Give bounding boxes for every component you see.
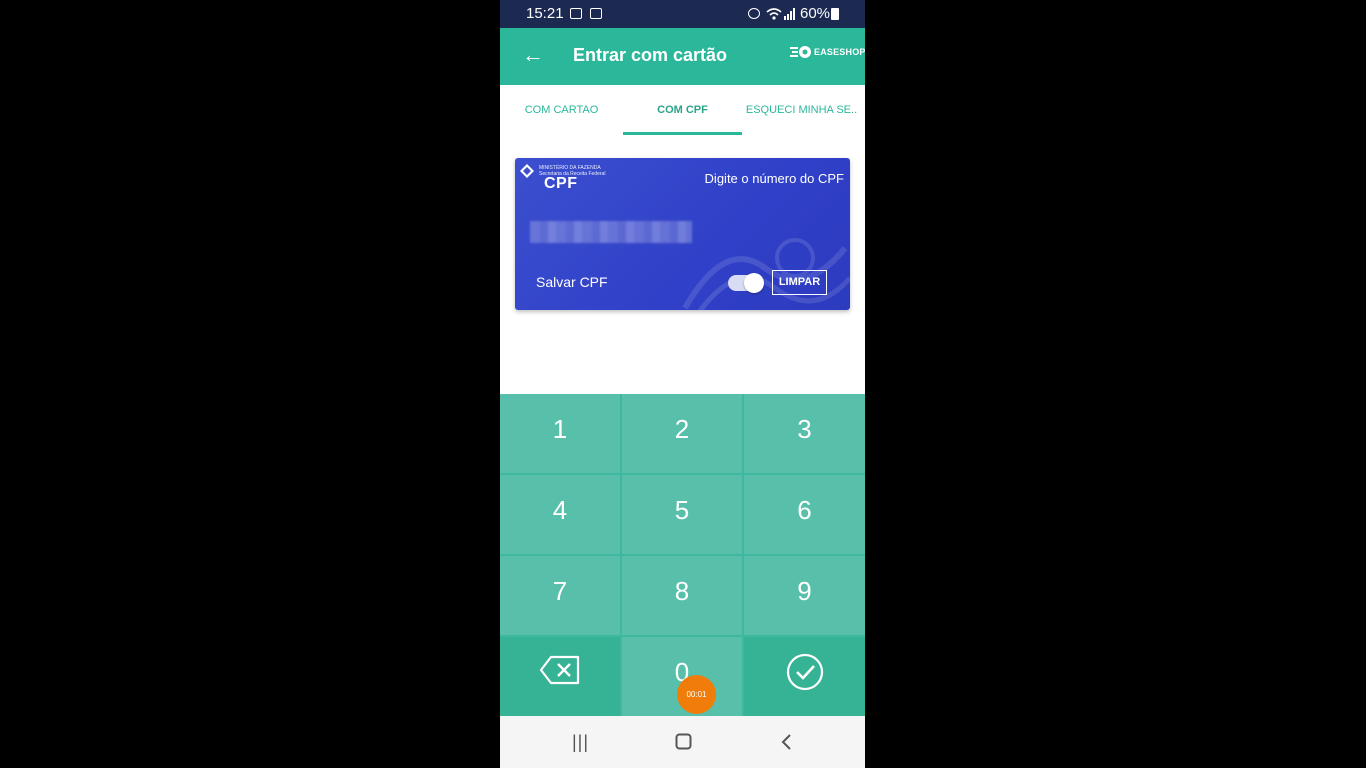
key-9[interactable]: 9 xyxy=(744,556,865,635)
video-call-icon xyxy=(570,8,582,19)
toggle-knob xyxy=(744,273,764,293)
key-2[interactable]: 2 xyxy=(622,394,742,473)
key-8[interactable]: 8 xyxy=(622,556,742,635)
alarm-icon xyxy=(748,8,760,19)
battery-icon xyxy=(831,8,839,20)
card-watermark xyxy=(682,238,850,310)
page-title: Entrar com cartão xyxy=(573,45,728,65)
tab-com-cpf[interactable]: COM CPF xyxy=(623,85,742,135)
clear-button[interactable]: LIMPAR xyxy=(772,270,827,295)
tab-esqueci-minha-senha[interactable]: ESQUECI MINHA SE.. xyxy=(742,85,861,135)
chevron-left-icon[interactable] xyxy=(780,733,792,751)
check-circle-icon xyxy=(786,653,823,691)
confirm-key[interactable] xyxy=(744,637,865,716)
screen-record-icon xyxy=(590,8,602,19)
key-7[interactable]: 7 xyxy=(500,556,620,635)
brand-logo-icon xyxy=(790,46,811,58)
numeric-keypad: 1 2 3 4 5 6 7 8 9 0 xyxy=(500,394,865,716)
status-bar: 15:21 60% xyxy=(500,0,865,28)
cpf-content: MINISTÉRIO DA FAZENDA Secretaria da Rece… xyxy=(500,135,865,394)
app-bar: ← Entrar com cartão EASESHOPP xyxy=(500,28,865,85)
wifi-icon xyxy=(766,8,782,20)
receita-emblem-icon xyxy=(520,164,534,178)
cpf-hint: Digite o número do CPF xyxy=(704,171,844,186)
system-nav-bar: ||| xyxy=(500,716,865,768)
key-5[interactable]: 5 xyxy=(622,475,742,554)
save-cpf-toggle[interactable] xyxy=(728,273,764,293)
home-icon[interactable] xyxy=(675,733,692,750)
back-arrow-icon[interactable]: ← xyxy=(522,42,544,68)
brand-logo: EASESHOPP xyxy=(790,42,865,62)
status-time: 15:21 xyxy=(526,5,564,22)
backspace-icon xyxy=(539,655,580,685)
backspace-key[interactable] xyxy=(500,637,620,716)
cpf-number-field[interactable] xyxy=(530,221,692,243)
tab-com-cartao[interactable]: COM CARTAO xyxy=(500,85,623,135)
recents-button[interactable]: ||| xyxy=(572,729,589,755)
key-6[interactable]: 6 xyxy=(744,475,865,554)
recording-badge: 00:01 xyxy=(677,675,716,714)
battery-level: 60% xyxy=(800,5,831,22)
tab-bar: COM CARTAO COM CPF ESQUECI MINHA SE.. xyxy=(500,85,865,136)
key-3[interactable]: 3 xyxy=(744,394,865,473)
key-4[interactable]: 4 xyxy=(500,475,620,554)
signal-icon xyxy=(784,8,795,20)
phone-screen: 15:21 60% ← Entrar com cartão EASESHOP C… xyxy=(500,0,865,768)
brand-name: EASESHOPP xyxy=(814,47,865,57)
cpf-logo: CPF xyxy=(544,175,578,192)
save-cpf-label: Salvar CPF xyxy=(536,274,608,290)
cpf-card: MINISTÉRIO DA FAZENDA Secretaria da Rece… xyxy=(515,158,850,310)
key-1[interactable]: 1 xyxy=(500,394,620,473)
